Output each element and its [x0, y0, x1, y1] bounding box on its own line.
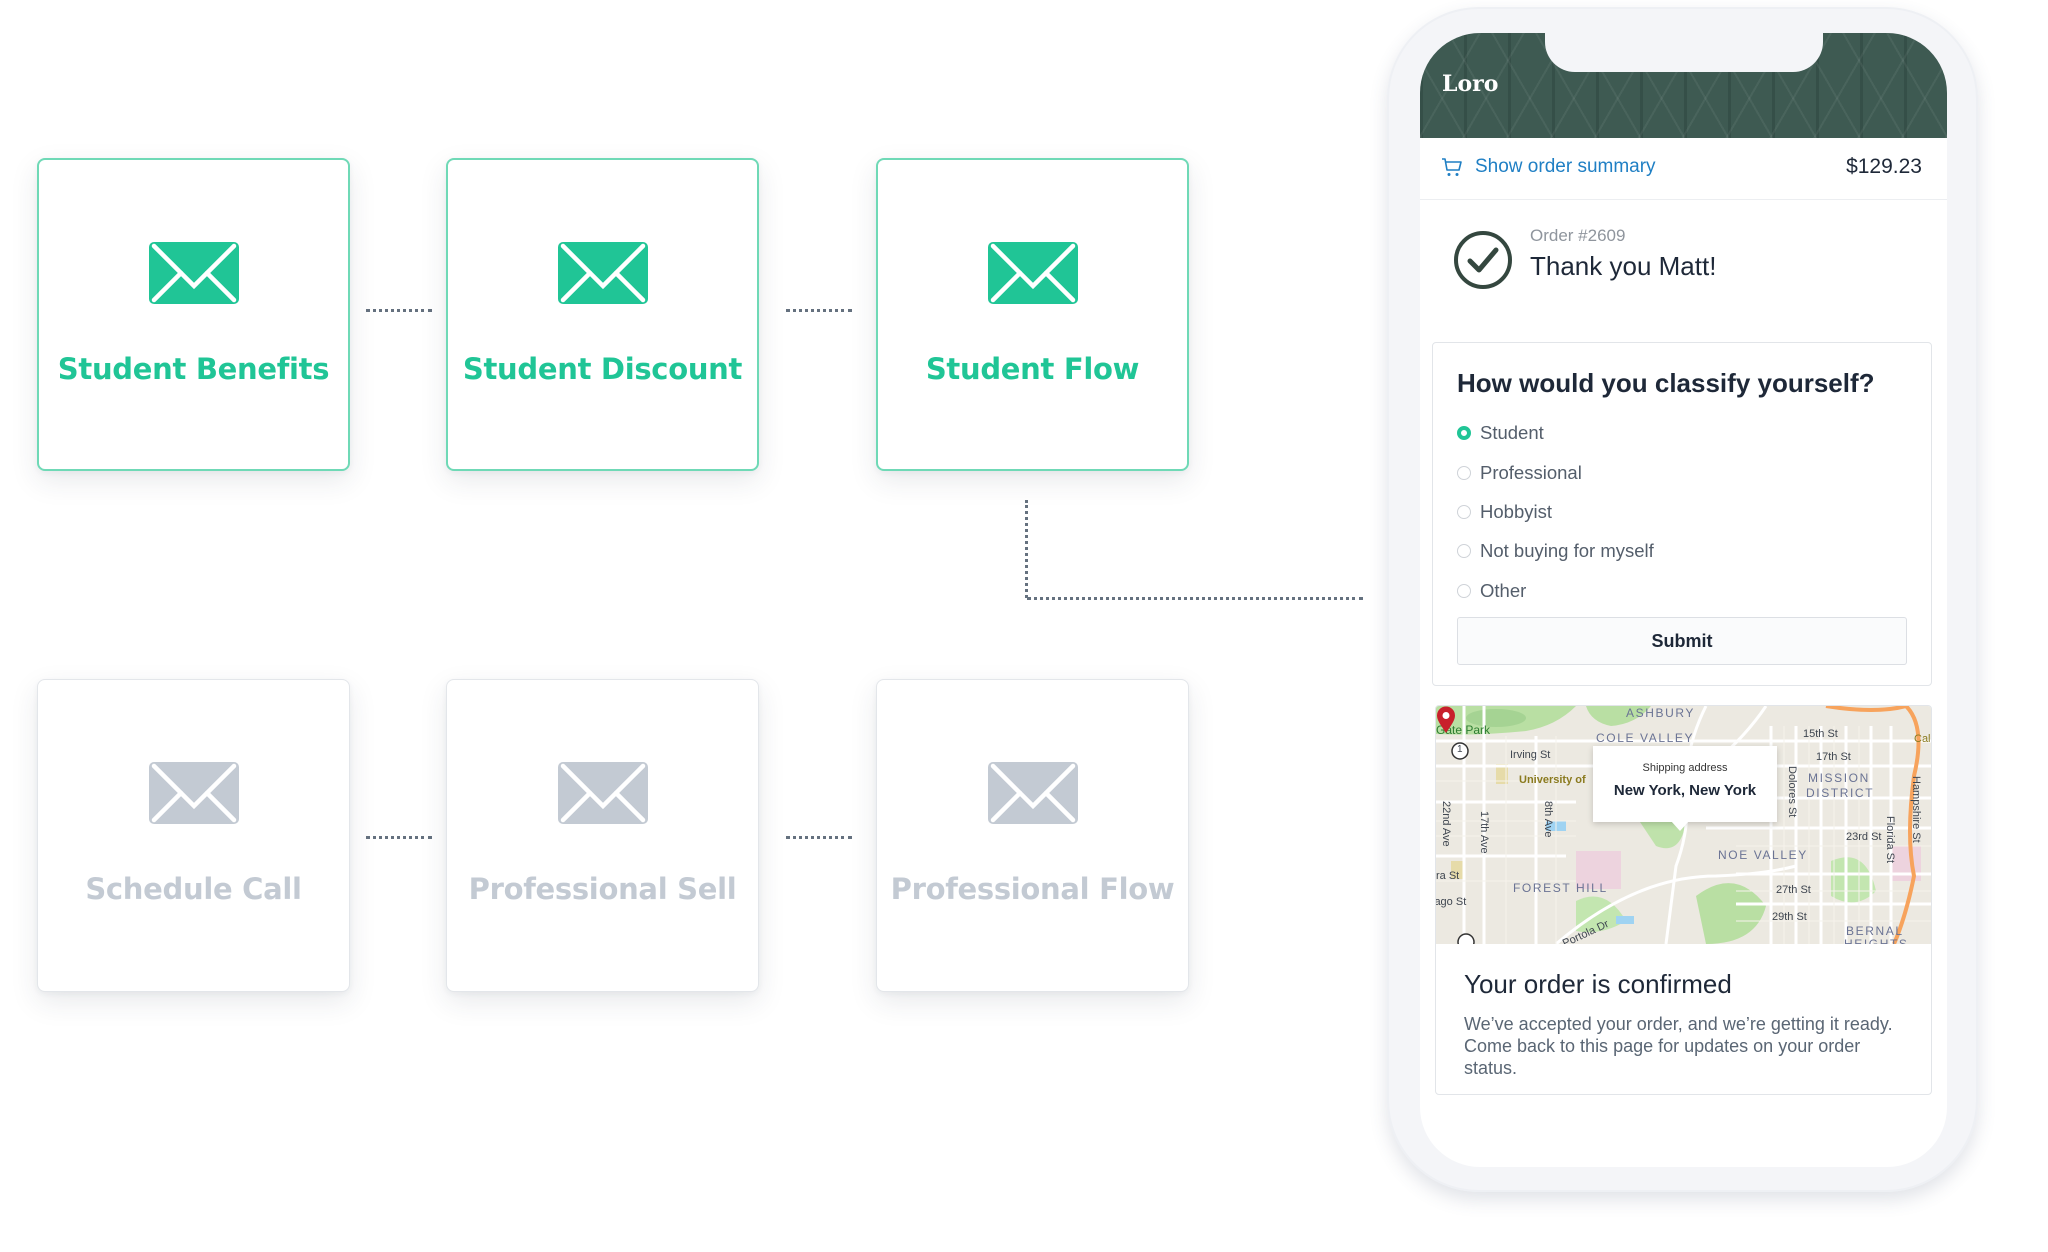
map-label: NOE VALLEY — [1718, 848, 1808, 862]
connector-line — [786, 309, 852, 312]
envelope-icon — [148, 762, 239, 824]
confirmation-title: Your order is confirmed — [1464, 969, 1732, 999]
radio-unselected[interactable] — [1457, 505, 1471, 519]
check-circle-icon — [1454, 231, 1512, 289]
radio-label: Student — [1480, 422, 1544, 443]
flow-card-schedule-call[interactable]: Schedule Call — [37, 679, 350, 992]
map-label: 8th Ave — [1542, 801, 1554, 838]
map-label: iago St — [1436, 896, 1467, 908]
map-label: 15th St — [1803, 728, 1838, 740]
map-label: 29th St — [1772, 911, 1807, 923]
flow-card-label: Schedule Call — [85, 872, 302, 906]
survey-card: How would you classify yourself? Student… — [1432, 342, 1932, 686]
envelope-icon — [557, 242, 648, 304]
map-label: Florida St — [1884, 816, 1896, 864]
connector-line-vertical — [1025, 500, 1028, 598]
envelope-icon — [987, 762, 1078, 824]
map-label: HEIGHTS — [1844, 937, 1909, 944]
map-label: ASHBURY — [1626, 706, 1695, 720]
flow-card-label: Professional Flow — [890, 872, 1175, 906]
radio-label: Professional — [1480, 462, 1582, 483]
map-label: Irving St — [1510, 749, 1551, 761]
map-label: COLE VALLEY — [1596, 731, 1695, 745]
radio-label: Not buying for myself — [1480, 540, 1654, 561]
phone-notch — [1545, 33, 1823, 72]
flow-card-student-benefits[interactable]: Student Benefits — [37, 158, 350, 471]
connector-line-to-phone — [1027, 597, 1363, 600]
connector-line — [366, 309, 432, 312]
radio-unselected[interactable] — [1457, 544, 1471, 558]
connector-line — [786, 836, 852, 839]
flow-card-label: Student Flow — [925, 352, 1140, 386]
order-summary-bar[interactable]: Show order summary $129.23 — [1420, 138, 1947, 200]
order-number: Order #2609 — [1530, 226, 1626, 245]
phone-mockup: Loro Show order summary $129.23 Order #2… — [1387, 7, 1978, 1192]
map-label: 23rd St — [1846, 831, 1882, 843]
radio-option-not-buying-for-myself[interactable]: Not buying for myself — [1457, 539, 1654, 563]
radio-unselected[interactable] — [1457, 466, 1471, 480]
phone-screen: Loro Show order summary $129.23 Order #2… — [1420, 33, 1947, 1167]
map-label: Dolores St — [1786, 766, 1798, 818]
connector-line — [366, 836, 432, 839]
map-label: University of — [1519, 774, 1586, 786]
flow-card-student-flow[interactable]: Student Flow — [876, 158, 1189, 471]
radio-option-professional[interactable]: Professional — [1457, 461, 1582, 485]
show-order-summary-link[interactable]: Show order summary — [1475, 156, 1656, 178]
map-label: Hampshire St — [1910, 776, 1922, 843]
popup-address: New York, New York — [1613, 782, 1757, 799]
order-total: $129.23 — [1846, 155, 1922, 178]
map-pin-icon[interactable] — [1436, 706, 1456, 734]
radio-selected[interactable] — [1457, 426, 1471, 440]
popup-label: Shipping address — [1642, 762, 1728, 774]
flow-card-professional-flow[interactable]: Professional Flow — [876, 679, 1189, 992]
radio-unselected[interactable] — [1457, 584, 1471, 598]
envelope-icon — [148, 242, 239, 304]
confirmation-message: We’ve accepted your order, and we’re get… — [1464, 1014, 1893, 1078]
map-label: BERNAL — [1846, 924, 1904, 938]
flow-card-student-discount[interactable]: Student Discount — [446, 158, 759, 471]
flow-card-label: Professional Sell — [468, 872, 737, 906]
flow-card-label: Student Benefits — [57, 352, 330, 386]
map-label: 27th St — [1776, 884, 1811, 896]
radio-option-student[interactable]: Student — [1457, 421, 1544, 445]
store-logo[interactable]: Loro — [1442, 71, 1498, 97]
radio-option-hobbyist[interactable]: Hobbyist — [1457, 500, 1552, 524]
flow-card-label: Student Discount — [462, 352, 743, 386]
shipping-address-popup: Shipping address New York, New York — [1593, 746, 1777, 831]
map-label: 17th Ave — [1478, 811, 1490, 854]
survey-question: How would you classify yourself? — [1457, 368, 1875, 398]
map-label: FOREST HILL — [1513, 881, 1608, 895]
envelope-icon — [557, 762, 648, 824]
map-label: MISSION — [1808, 771, 1870, 785]
cart-icon — [1442, 158, 1462, 176]
order-confirmation-card: 1 Gate Park ASHBURY COLE VALLEY Irving S… — [1435, 705, 1932, 1095]
map-label: ra St — [1436, 870, 1460, 882]
map-label: 1 — [1457, 744, 1463, 755]
thank-you-heading: Thank you Matt! — [1530, 251, 1717, 281]
submit-button[interactable]: Submit — [1457, 617, 1907, 665]
map-label: 17th St — [1816, 751, 1851, 763]
envelope-icon — [987, 242, 1078, 304]
map-label: DISTRICT — [1806, 786, 1875, 800]
map-label: 22nd Ave — [1440, 801, 1452, 847]
radio-option-other[interactable]: Other — [1457, 579, 1526, 603]
map-label: Calif — [1914, 733, 1931, 745]
radio-label: Hobbyist — [1480, 501, 1552, 522]
flow-card-professional-sell[interactable]: Professional Sell — [446, 679, 759, 992]
shipping-map[interactable]: 1 Gate Park ASHBURY COLE VALLEY Irving S… — [1436, 706, 1931, 944]
radio-label: Other — [1480, 580, 1527, 601]
